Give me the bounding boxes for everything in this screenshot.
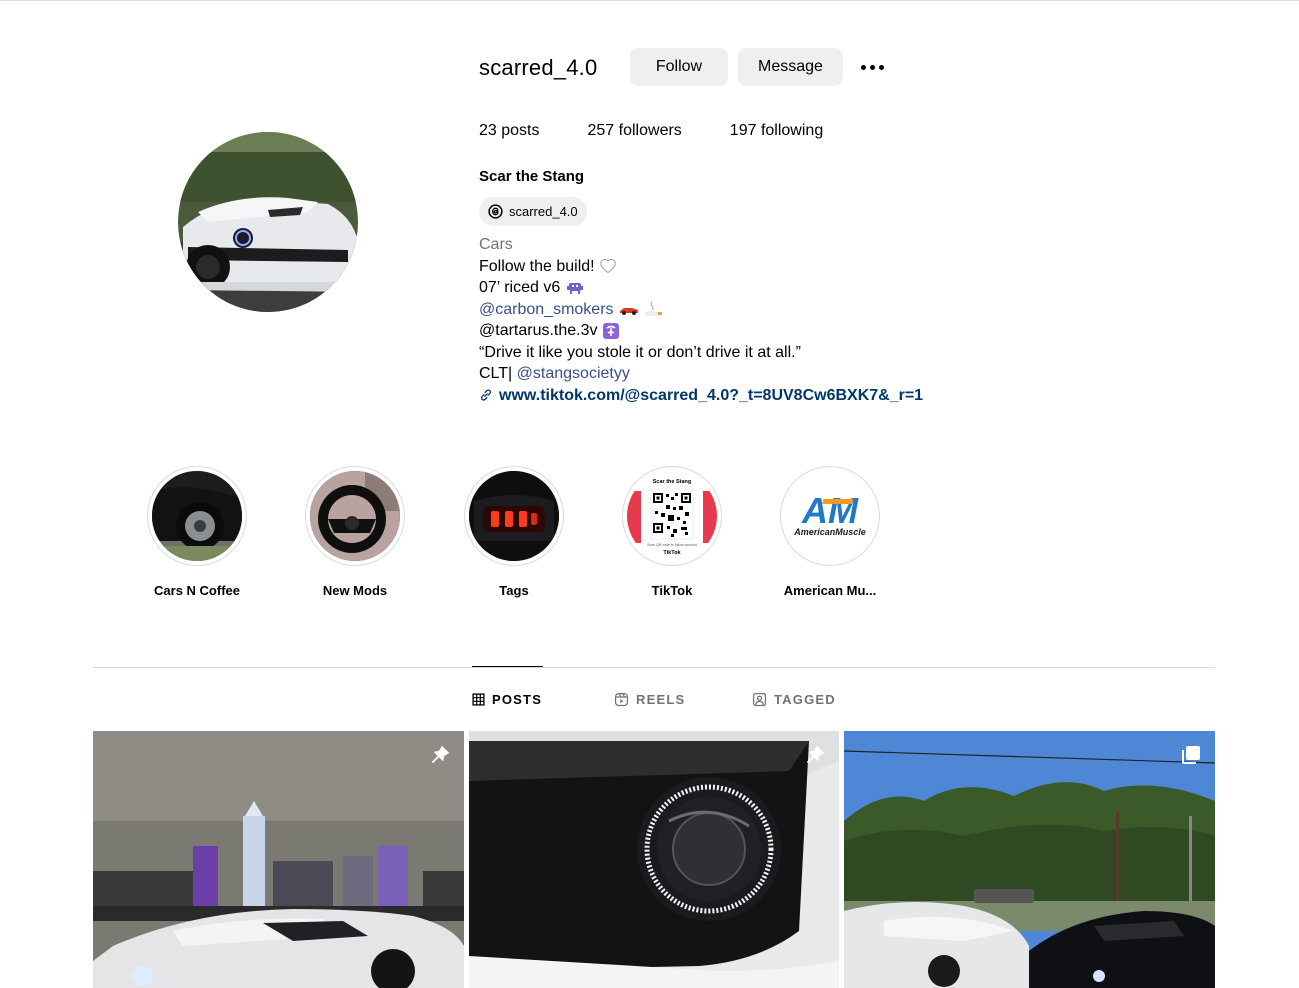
highlight-american-muscle[interactable]: AM AmericanMuscle American Mu...: [780, 466, 880, 598]
post-image: [844, 731, 1215, 988]
tab-tagged[interactable]: TAGGED: [752, 692, 836, 707]
threads-badge[interactable]: scarred_4.0: [479, 197, 587, 226]
profile-avatar[interactable]: [178, 132, 358, 312]
race-car-icon: [619, 308, 638, 316]
bio-line: CLT| @stangsocietyy: [479, 365, 630, 382]
qr-title: Scar the Stang: [653, 479, 692, 485]
mention-link[interactable]: @stangsocietyy: [517, 365, 630, 382]
highlight-tags[interactable]: Tags: [464, 466, 564, 598]
avatar-car-photo: [178, 132, 358, 312]
cigarette-icon: [646, 301, 663, 316]
post-tile[interactable]: [844, 731, 1215, 988]
follow-button[interactable]: Follow: [630, 48, 728, 86]
reels-icon: [614, 692, 629, 707]
pin-icon: [806, 745, 825, 764]
tab-reels[interactable]: REELS: [614, 692, 685, 707]
highlight-cover: [469, 471, 559, 561]
qr-brand: TikTok: [663, 550, 681, 556]
grid-icon: [472, 693, 485, 706]
post-tile[interactable]: [469, 731, 839, 988]
followers-link[interactable]: 257 followers: [588, 122, 682, 140]
highlight-label: TikTok: [651, 583, 693, 598]
bio-quote: “Drive it like you stole it or don’t dri…: [479, 343, 801, 361]
bio-line: @tartarus.the.3v: [479, 320, 1079, 342]
threads-icon: [488, 204, 503, 219]
more-options-icon[interactable]: [858, 60, 886, 74]
profile-bio: Cars Follow the build! 07’ riced v6 @car…: [479, 234, 1079, 406]
post-tile[interactable]: [93, 731, 464, 988]
highlight-new-mods[interactable]: New Mods: [305, 466, 405, 598]
bio-line: 07’ riced v6: [479, 277, 1079, 299]
highlight-cars-n-coffee[interactable]: Cars N Coffee: [147, 466, 247, 598]
tab-posts[interactable]: POSTS: [472, 692, 542, 707]
carousel-icon: [1182, 746, 1200, 764]
am-logo: AM: [801, 490, 859, 531]
bio-line: Follow the build!: [479, 256, 1079, 278]
external-link[interactable]: www.tiktok.com/@scarred_4.0?_t=8UV8Cw6BX…: [479, 385, 1079, 407]
message-button[interactable]: Message: [738, 48, 843, 86]
alien-monster-icon: [566, 282, 583, 294]
highlight-label: Tags: [499, 583, 529, 598]
bio-line: @carbon_smokers: [479, 299, 1079, 321]
highlight-cover: [152, 471, 242, 561]
threads-handle: scarred_4.0: [509, 204, 578, 219]
white-heart-icon: [600, 259, 616, 274]
ophiuchus-icon: [602, 322, 619, 339]
highlight-cover: Scar the Stang Scan QR code to follow ac…: [627, 471, 717, 561]
highlight-cover: AM AmericanMuscle: [785, 471, 875, 561]
profile-category: Cars: [479, 236, 513, 253]
post-image: [469, 731, 839, 988]
posts-count: 23 posts: [479, 122, 540, 139]
am-logo-subtitle: AmericanMuscle: [793, 527, 866, 537]
highlight-label: American Mu...: [783, 583, 877, 598]
highlight-cover: [310, 471, 400, 561]
link-icon: [481, 389, 491, 401]
post-image: [93, 731, 464, 988]
tabs-divider: [93, 667, 1215, 668]
mention-link[interactable]: @carbon_smokers: [479, 301, 614, 318]
top-border: [0, 0, 1299, 1]
active-tab-indicator: [472, 666, 543, 667]
highlight-label: New Mods: [322, 583, 388, 598]
profile-username: scarred_4.0: [479, 55, 598, 80]
pin-icon: [431, 745, 450, 764]
profile-full-name: Scar the Stang: [479, 168, 585, 185]
following-link[interactable]: 197 following: [730, 122, 823, 140]
highlight-label: Cars N Coffee: [154, 583, 240, 598]
tagged-icon: [752, 692, 767, 707]
profile-stats: 23 posts 257 followers 197 following: [479, 122, 871, 140]
qr-footer: Scan QR code to follow account: [647, 543, 697, 547]
highlight-tiktok[interactable]: Scar the Stang Scan QR code to follow ac…: [622, 466, 722, 598]
